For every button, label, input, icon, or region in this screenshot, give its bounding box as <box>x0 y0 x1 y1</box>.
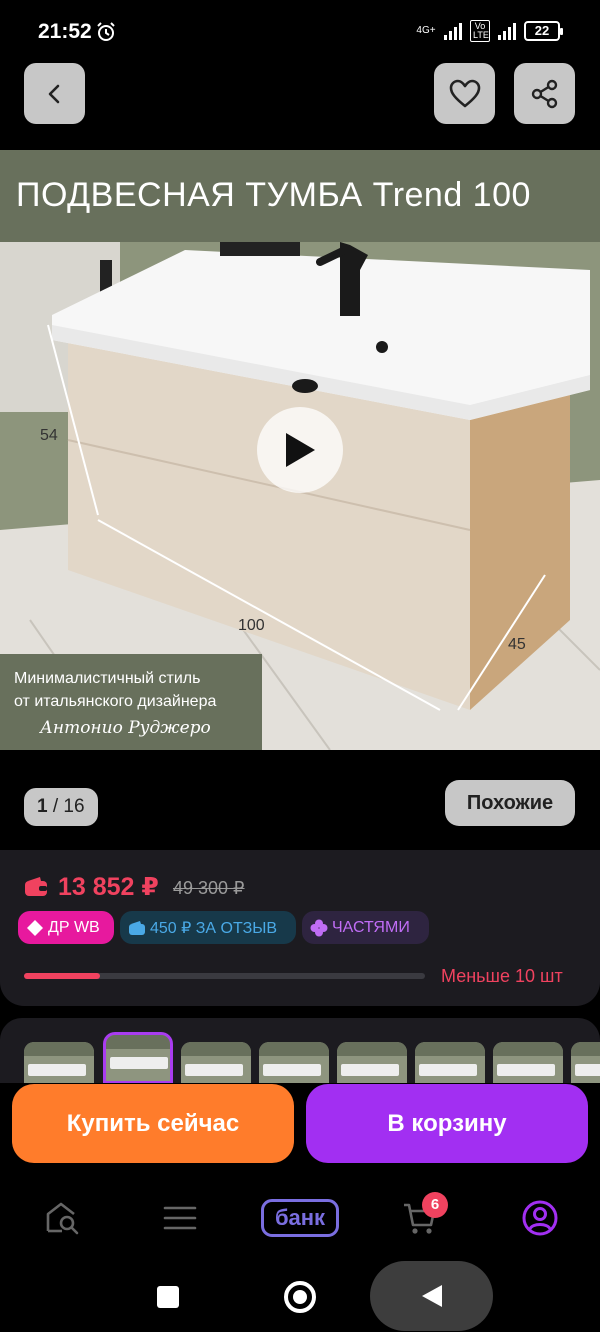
thumbnail[interactable] <box>181 1042 251 1083</box>
cart-count-badge: 6 <box>422 1192 448 1218</box>
status-indicators: 4G+ Vo LTE 22 <box>416 20 563 42</box>
old-price: 49 300 ₽ <box>173 878 245 898</box>
alarm-icon <box>97 22 115 41</box>
counter-current: 1 <box>37 796 48 817</box>
triangle-back-icon <box>421 1285 442 1307</box>
price: 13 852 ₽ <box>58 873 159 901</box>
wallet-icon <box>25 877 47 896</box>
diamond-icon <box>27 919 43 936</box>
badge-review-reward[interactable]: 450 ₽ ЗА ОТЗЫВ <box>120 911 296 944</box>
dimension-width: 100 <box>238 617 265 634</box>
thumbnail[interactable] <box>493 1042 563 1083</box>
gallery-caption: Минималистичный стиль от итальянского ди… <box>0 654 262 750</box>
price-card: 13 852 ₽ 49 300 ₽ ДР WB 450 ₽ ЗА ОТЗЫВ Ч… <box>0 850 600 1006</box>
menu-icon <box>163 1206 197 1230</box>
heart-icon <box>449 79 480 107</box>
home-dot-icon <box>293 1290 307 1304</box>
clover-icon <box>310 919 328 936</box>
product-gallery[interactable]: ПОДВЕСНАЯ ТУМБА Trend 100 54 100 45 Мини… <box>0 150 600 750</box>
stock-progress-bar <box>24 973 425 979</box>
nav-catalog[interactable] <box>160 1198 200 1238</box>
banner-title: ПОДВЕСНАЯ ТУМБА Trend 100 <box>16 176 531 214</box>
play-video-button[interactable] <box>257 407 343 493</box>
home-button[interactable] <box>284 1281 316 1313</box>
badge-birthday[interactable]: ДР WB <box>18 911 114 944</box>
stock-progress-fill <box>24 973 101 979</box>
volte-icon: Vo LTE <box>470 20 490 42</box>
favorite-button[interactable] <box>434 63 495 124</box>
thumbnail-strip[interactable] <box>0 1018 600 1083</box>
back-button[interactable] <box>24 63 85 124</box>
share-icon <box>531 79 557 108</box>
dimension-height: 54 <box>40 427 58 444</box>
badge-installments[interactable]: ЧАСТЯМИ <box>302 911 429 944</box>
home-search-icon <box>46 1202 79 1235</box>
network-type: 4G+ <box>416 25 436 36</box>
play-icon <box>286 433 315 467</box>
nav-bank[interactable]: банк <box>261 1199 339 1237</box>
thumbnail-active[interactable] <box>103 1032 173 1083</box>
thumbnail[interactable] <box>259 1042 329 1083</box>
counter-total: / 16 <box>52 796 85 817</box>
designer-signature: Антонио Руджеро <box>40 718 211 738</box>
thumbnail[interactable] <box>337 1042 407 1083</box>
similar-button[interactable]: Похожие <box>445 780 575 826</box>
signal-icon-2 <box>498 22 516 40</box>
nav-home[interactable] <box>42 1198 82 1238</box>
share-button[interactable] <box>514 63 575 124</box>
badge-review-label: 450 ₽ ЗА ОТЗЫВ <box>150 919 278 937</box>
gallery-counter: 1 / 16 <box>24 788 98 826</box>
signal-icon <box>444 22 462 40</box>
thumbnail[interactable] <box>415 1042 485 1083</box>
chevron-left-icon <box>48 84 59 103</box>
nav-profile[interactable] <box>520 1198 560 1238</box>
system-nav-bar <box>0 1258 600 1332</box>
thumbnail[interactable] <box>24 1042 94 1083</box>
badge-installments-label: ЧАСТЯМИ <box>332 918 410 936</box>
buy-now-button[interactable]: Купить сейчас <box>12 1084 294 1163</box>
caption-line-2: от итальянского дизайнера <box>14 693 217 710</box>
recent-apps-button[interactable] <box>157 1286 179 1308</box>
badge-birthday-label: ДР WB <box>48 918 100 936</box>
battery-icon: 22 <box>524 21 563 41</box>
thumbnail[interactable] <box>571 1042 600 1083</box>
bottom-nav: банк 6 <box>0 1178 600 1258</box>
gallery-banner: ПОДВЕСНАЯ ТУМБА Trend 100 <box>0 150 600 242</box>
add-to-cart-button[interactable]: В корзину <box>306 1084 588 1163</box>
caption-line-1: Минималистичный стиль <box>14 670 201 687</box>
stock-text: Меньше 10 шт <box>441 966 563 986</box>
profile-icon <box>522 1200 558 1236</box>
status-bar: 21:52 4G+ Vo LTE 22 <box>0 0 600 64</box>
wallet-small-icon <box>129 920 145 935</box>
system-back-button[interactable] <box>370 1261 493 1331</box>
dimension-depth: 45 <box>508 636 526 653</box>
status-time: 21:52 <box>38 20 92 43</box>
